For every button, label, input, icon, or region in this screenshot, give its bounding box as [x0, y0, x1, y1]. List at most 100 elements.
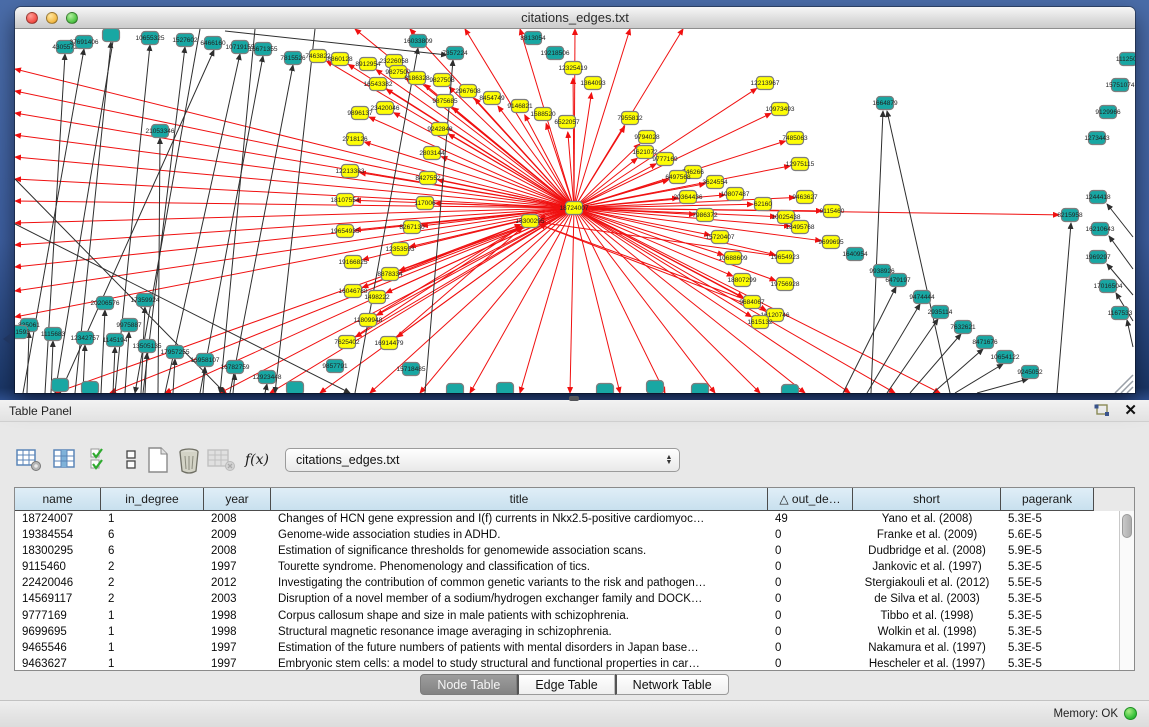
graph-node[interactable]: 8186328: [404, 72, 430, 85]
graph-node[interactable]: 16958107: [191, 354, 220, 367]
graph-node[interactable]: 17359924: [131, 294, 160, 307]
graph-node[interactable]: 7815526: [280, 52, 306, 65]
delete-column-button[interactable]: [174, 445, 204, 475]
table-cell[interactable]: Structural magnetic resonance image aver…: [271, 624, 768, 640]
graph-node[interactable]: 1244418: [1085, 191, 1111, 204]
table-mode-button[interactable]: [14, 445, 44, 475]
graph-node[interactable]: 12213383: [336, 165, 365, 178]
graph-node[interactable]: 9463627: [792, 191, 818, 204]
table-cell[interactable]: Corpus callosum shape and size in male p…: [271, 608, 768, 624]
table-row[interactable]: 1872400712008Changes of HCN gene express…: [15, 511, 1119, 527]
graph-node[interactable]: [447, 384, 464, 394]
graph-node[interactable]: 7632621: [950, 321, 976, 334]
table-row[interactable]: 911546021997Tourette syndrome. Phenomeno…: [15, 559, 1119, 575]
graph-node[interactable]: 9129966: [1095, 106, 1121, 119]
column-header-in_degree[interactable]: in_degree: [101, 488, 204, 511]
table-cell[interactable]: 1: [101, 511, 204, 527]
graph-node[interactable]: 15751074: [1106, 79, 1135, 92]
graph-node[interactable]: 9857791: [322, 360, 348, 373]
graph-node[interactable]: [287, 382, 304, 394]
graph-node[interactable]: 9975887: [116, 319, 142, 332]
delete-table-button[interactable]: [206, 445, 236, 475]
graph-node[interactable]: 12353593: [386, 243, 415, 256]
table-cell[interactable]: 5.6E-5: [1001, 527, 1094, 543]
table-cell[interactable]: 0: [768, 591, 853, 607]
graph-node[interactable]: 16033809: [404, 35, 433, 48]
graph-node[interactable]: 16543382: [364, 78, 393, 91]
graph-node[interactable]: 1664879: [872, 97, 898, 110]
graph-node[interactable]: 12975115: [786, 158, 815, 171]
graph-node[interactable]: [103, 29, 120, 42]
table-cell[interactable]: Jankovic et al. (1997): [853, 559, 1001, 575]
tab-network-table[interactable]: Network Table: [615, 674, 729, 695]
graph-node[interactable]: 2718126: [342, 133, 368, 146]
graph-node[interactable]: 11809948: [354, 314, 383, 327]
graph-node[interactable]: 62160: [754, 198, 772, 211]
table-cell[interactable]: 9699695: [15, 624, 101, 640]
table-cell[interactable]: 0: [768, 640, 853, 656]
tab-node-table[interactable]: Node Table: [420, 674, 517, 695]
table-cell[interactable]: 22420046: [15, 575, 101, 591]
create-column-button[interactable]: [143, 445, 173, 475]
graph-node[interactable]: 12325419: [559, 62, 588, 75]
graph-node[interactable]: 9474444: [909, 291, 935, 304]
graph-node[interactable]: 1112504: [1116, 53, 1135, 66]
scrollbar-thumb[interactable]: [1122, 514, 1132, 538]
graph-node[interactable]: 8813054: [520, 32, 546, 45]
graph-node[interactable]: 10655325: [136, 32, 165, 45]
network-view-window[interactable]: citations_edges.txt 43055723769140610655…: [15, 7, 1135, 393]
tab-edge-table[interactable]: Edge Table: [517, 674, 614, 695]
graph-node[interactable]: 1640954: [842, 248, 868, 261]
graph-node[interactable]: 19654935: [331, 225, 360, 238]
graph-node[interactable]: 10807487: [721, 188, 750, 201]
table-cell[interactable]: Investigating the contribution of common…: [271, 575, 768, 591]
table-cell[interactable]: 5.3E-5: [1001, 640, 1094, 656]
table-cell[interactable]: 5.3E-5: [1001, 624, 1094, 640]
graph-node[interactable]: 9699695: [818, 236, 844, 249]
table-row[interactable]: 946362711997Embryonic stem cells: a mode…: [15, 656, 1119, 670]
table-cell[interactable]: Dudbridge et al. (2008): [853, 543, 1001, 559]
minimize-window-icon[interactable]: [46, 12, 58, 24]
graph-node[interactable]: [782, 385, 799, 394]
graph-node[interactable]: 16914479: [375, 337, 404, 350]
zoom-window-icon[interactable]: [66, 12, 78, 24]
table-cell[interactable]: 5.3E-5: [1001, 511, 1094, 527]
graph-node[interactable]: 1969297: [1085, 251, 1111, 264]
table-cell[interactable]: 18300295: [15, 543, 101, 559]
table-cell[interactable]: 0: [768, 624, 853, 640]
table-cell[interactable]: 2: [101, 575, 204, 591]
graph-node[interactable]: 19756928: [771, 278, 800, 291]
table-row[interactable]: 977716911998Corpus callosum shape and si…: [15, 608, 1119, 624]
table-cell[interactable]: 1997: [204, 640, 271, 656]
table-row[interactable]: 2242004622012Investigating the contribut…: [15, 575, 1119, 591]
graph-node[interactable]: 1364093: [580, 77, 606, 90]
graph-node[interactable]: 1145194: [103, 334, 128, 347]
graph-node[interactable]: 1167533: [1108, 307, 1133, 320]
column-header-out_de[interactable]: △ out_de…: [768, 488, 853, 511]
graph-node[interactable]: 7485063: [782, 132, 808, 145]
graph-node[interactable]: 17016504: [1094, 280, 1123, 293]
table-cell[interactable]: 19384554: [15, 527, 101, 543]
close-window-icon[interactable]: [26, 12, 38, 24]
graph-node[interactable]: 13505135: [133, 340, 162, 353]
collapse-panel-icon[interactable]: [3, 334, 10, 344]
table-cell[interactable]: 2012: [204, 575, 271, 591]
table-cell[interactable]: 1998: [204, 624, 271, 640]
graph-node[interactable]: 12342757: [71, 332, 100, 345]
table-cell[interactable]: 1: [101, 656, 204, 670]
table-cell[interactable]: Estimation of significance thresholds fo…: [271, 543, 768, 559]
graph-node[interactable]: 12213967: [751, 77, 780, 90]
graph-node[interactable]: 3624554: [702, 176, 728, 189]
function-builder-button[interactable]: f(x): [240, 445, 274, 475]
memory-status-indicator[interactable]: [1124, 707, 1137, 720]
graph-node[interactable]: 16782759: [221, 361, 250, 374]
table-cell[interactable]: 9777169: [15, 608, 101, 624]
graph-node[interactable]: 117006: [414, 197, 436, 210]
graph-node[interactable]: [52, 379, 69, 392]
table-cell[interactable]: Changes of HCN gene expression and I(f) …: [271, 511, 768, 527]
panel-resize-handle[interactable]: [569, 396, 579, 401]
table-cell[interactable]: 5.9E-5: [1001, 543, 1094, 559]
table-cell[interactable]: Wolkin et al. (1998): [853, 624, 1001, 640]
graph-node[interactable]: 9684067: [739, 296, 765, 309]
graph-node[interactable]: 23420046: [371, 102, 400, 115]
